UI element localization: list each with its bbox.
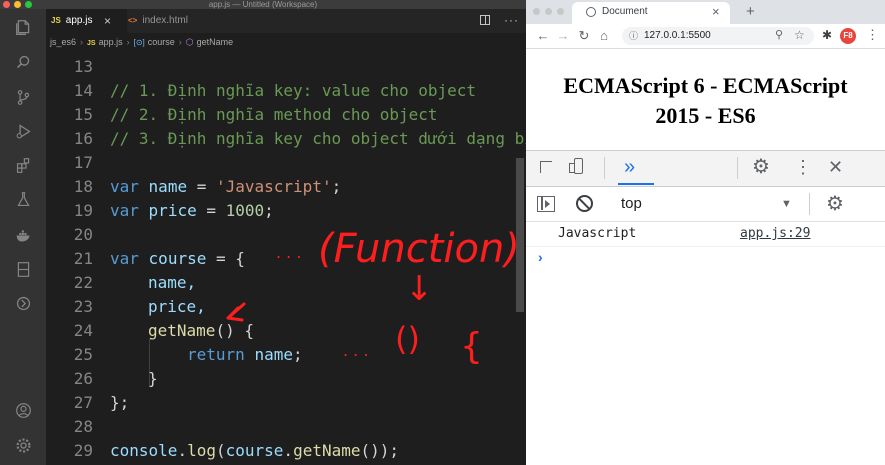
testing-flask-icon[interactable]: [15, 191, 32, 208]
reload-icon[interactable]: ↻: [575, 24, 593, 48]
browser-tab-title: Document: [602, 6, 648, 17]
run-debug-icon[interactable]: [15, 123, 32, 140]
context-dropdown-icon[interactable]: ▼: [781, 187, 792, 221]
code-editor[interactable]: 13 14// 1. Định nghĩa key: value cho obj…: [46, 51, 526, 465]
title-bar: app.js — Untitled (Workspace): [0, 0, 526, 9]
console-settings-gear-icon[interactable]: ⚙: [826, 187, 844, 221]
console-log-source-link[interactable]: app.js:29: [740, 222, 810, 246]
devtools-panel: » ⚙ ⋮ ✕ top ▼ ⚙ Javascript app.js:29 ›: [526, 150, 885, 465]
context-selector[interactable]: top: [621, 187, 642, 221]
page-heading: ECMAScript 6 - ECMAScript 2015 - ES6: [563, 73, 848, 128]
zoom-icon[interactable]: ⚲: [775, 26, 783, 44]
active-panel-indicator: [618, 183, 654, 185]
browser-toolbar: ← → ↻ ⌂ ⓘ 127.0.0.1:5500 ⚲ ☆ ✱ F8 ⋮: [526, 24, 885, 49]
tab-label: index.html: [142, 15, 188, 26]
new-tab-button[interactable]: +: [746, 3, 755, 20]
forward-arrow-icon[interactable]: →: [554, 24, 572, 48]
chrome-menu-icon[interactable]: ⋮: [866, 27, 879, 43]
back-arrow-icon[interactable]: ←: [534, 24, 552, 48]
profile-avatar[interactable]: F8: [840, 28, 856, 44]
devtools-toolbar: » ⚙ ⋮ ✕: [526, 151, 885, 187]
console-log-row: Javascript app.js:29: [526, 222, 885, 247]
html-file-icon: <>: [128, 16, 138, 25]
address-bar[interactable]: ⓘ 127.0.0.1:5500 ⚲ ☆: [622, 27, 814, 45]
account-icon[interactable]: [15, 402, 32, 419]
console-toolbar: top ▼ ⚙: [526, 187, 885, 222]
tab-label: app.js: [65, 15, 93, 26]
close-window-button[interactable]: [3, 1, 10, 8]
more-actions-icon[interactable]: ···: [504, 9, 519, 31]
editor-tab-bar: JS app.js × <> index.html ···: [46, 9, 526, 33]
device-toolbar-icon[interactable]: [574, 158, 583, 174]
js-file-icon: JS: [51, 16, 61, 25]
source-control-icon[interactable]: [15, 89, 32, 106]
editor-scrollbar[interactable]: [516, 158, 524, 312]
console-prompt[interactable]: ›: [538, 249, 543, 265]
minimize-window-button[interactable]: [545, 8, 552, 15]
devtools-settings-gear-icon[interactable]: ⚙: [752, 154, 770, 180]
devtools-menu-icon[interactable]: ⋮: [794, 154, 812, 180]
tab-index-html[interactable]: <> index.html: [128, 9, 218, 33]
js-file-icon: JS: [87, 40, 96, 47]
maximize-window-button[interactable]: [25, 1, 32, 8]
more-panels-button[interactable]: »: [624, 154, 635, 180]
console-sidebar-icon[interactable]: [537, 196, 555, 212]
window-title: app.js — Untitled (Workspace): [208, 0, 318, 9]
settings-gear-icon[interactable]: [15, 437, 32, 454]
breadcrumb: js_es6 › JS app.js › [⊙] course › ⬡ getName: [50, 37, 234, 47]
live-share-icon[interactable]: [15, 295, 32, 312]
extensions-puzzle-icon[interactable]: ✱: [822, 28, 832, 42]
tab-app-js[interactable]: JS app.js ×: [46, 9, 127, 33]
browser-tab-strip: Document × +: [526, 0, 885, 24]
vscode-window: app.js — Untitled (Workspace) JS app.js …: [0, 0, 526, 465]
clear-console-icon[interactable]: [576, 195, 593, 212]
breadcrumb-folder[interactable]: js_es6: [50, 37, 76, 47]
search-icon[interactable]: [15, 54, 32, 71]
url-text: 127.0.0.1:5500: [644, 30, 711, 41]
close-tab-icon[interactable]: ×: [712, 4, 720, 19]
split-editor-icon[interactable]: [480, 15, 490, 25]
devtools-close-icon[interactable]: ✕: [828, 154, 843, 180]
minimize-window-button[interactable]: [14, 1, 21, 8]
console-log-message: Javascript: [558, 226, 637, 241]
explorer-icon[interactable]: [15, 19, 32, 36]
globe-icon: [586, 7, 596, 17]
breadcrumb-method[interactable]: getName: [197, 37, 234, 47]
object-symbol-icon: [⊙]: [133, 38, 145, 47]
chrome-window: Document × + ← → ↻ ⌂ ⓘ 127.0.0.1:5500 ⚲ …: [526, 0, 885, 465]
home-icon[interactable]: ⌂: [595, 24, 613, 48]
notebook-icon[interactable]: [15, 261, 32, 278]
browser-tab[interactable]: Document ×: [572, 2, 730, 24]
extensions-icon[interactable]: [15, 157, 32, 174]
breadcrumb-object[interactable]: course: [148, 37, 175, 47]
activity-bar: [0, 9, 46, 465]
method-symbol-icon: ⬡: [185, 37, 194, 47]
inspect-element-icon[interactable]: [540, 161, 552, 173]
page-viewport: ECMAScript 6 - ECMAScript 2015 - ES6: [526, 49, 885, 149]
maximize-window-button[interactable]: [557, 8, 564, 15]
bookmark-star-icon[interactable]: ☆: [794, 26, 805, 44]
close-window-button[interactable]: [533, 8, 540, 15]
site-info-icon[interactable]: ⓘ: [629, 27, 638, 45]
close-tab-icon[interactable]: ×: [104, 9, 111, 33]
docker-icon[interactable]: [15, 227, 32, 244]
breadcrumb-file[interactable]: app.js: [99, 37, 123, 47]
